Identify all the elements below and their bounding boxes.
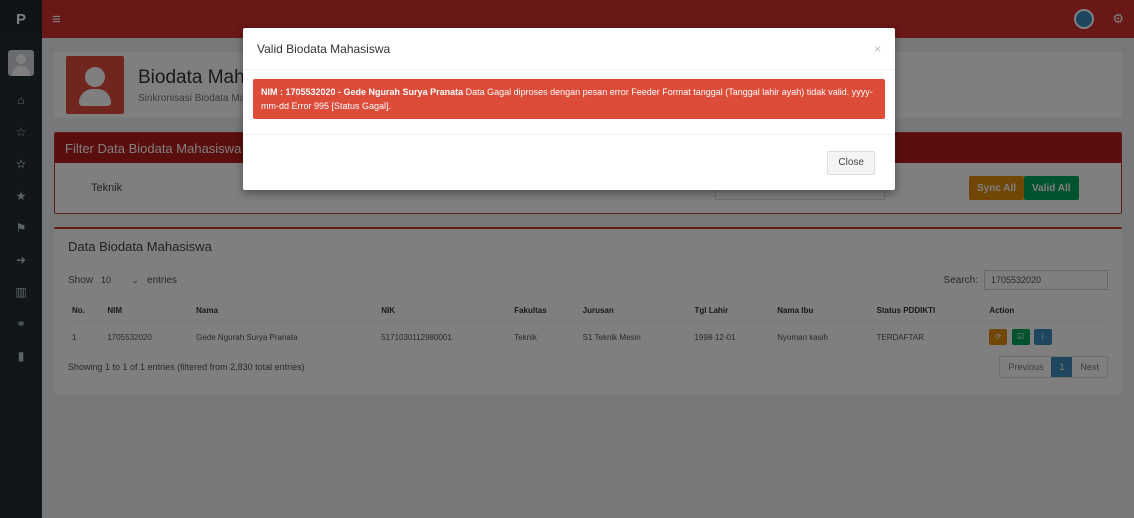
error-alert: NIM : 1705532020 - Gede Ngurah Surya Pra… [253,79,885,119]
close-button[interactable]: Close [827,150,875,175]
valid-modal: Valid Biodata Mahasiswa × NIM : 17055320… [243,28,895,190]
alert-bold: NIM : 1705532020 - Gede Ngurah Surya Pra… [261,87,464,97]
modal-title: Valid Biodata Mahasiswa [257,41,391,56]
close-icon[interactable]: × [874,42,881,56]
